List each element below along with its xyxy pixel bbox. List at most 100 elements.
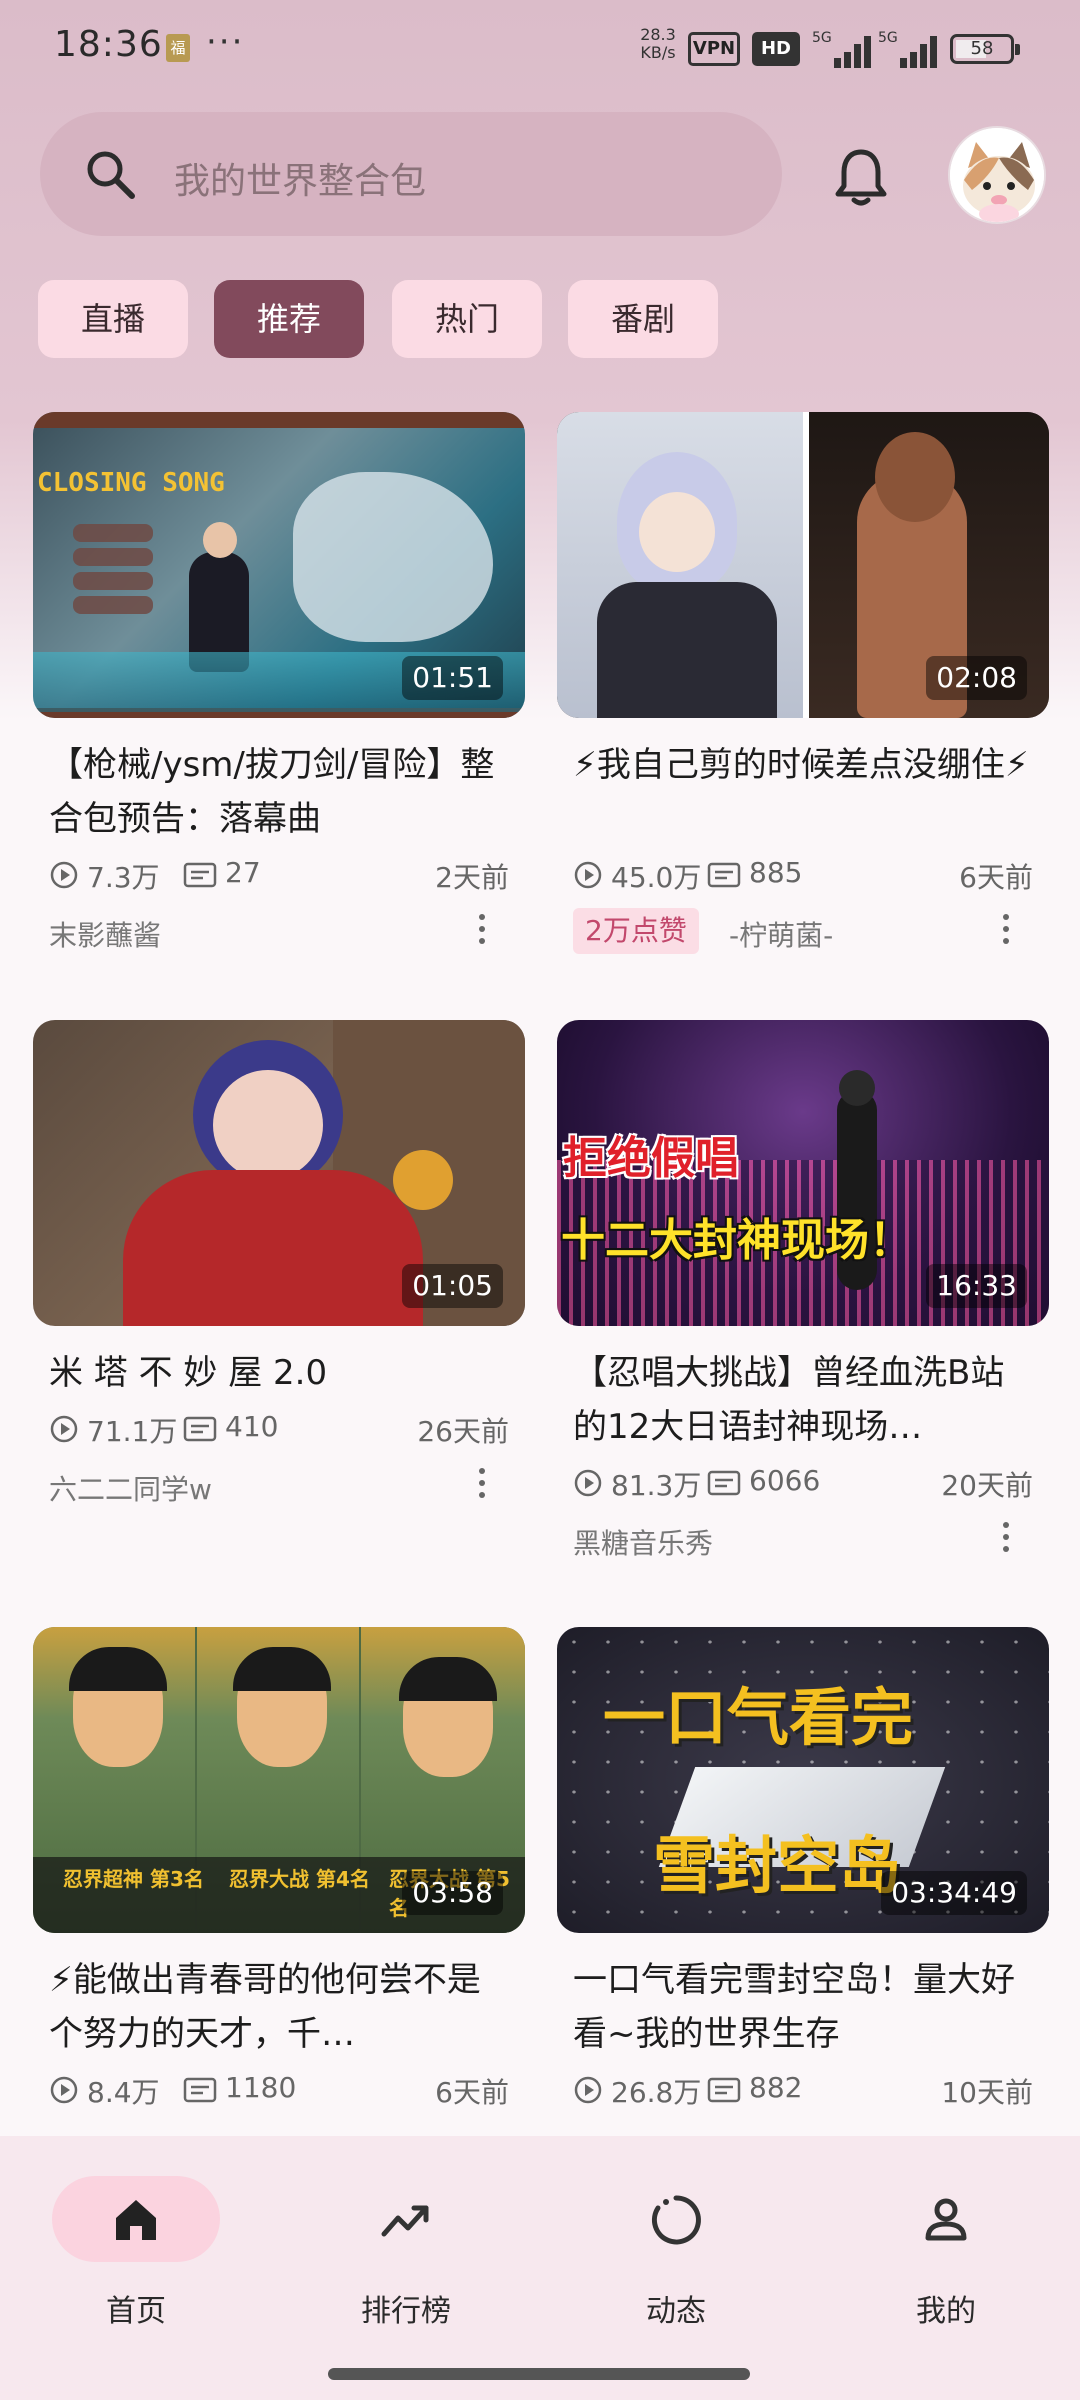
danmaku-count: 1180 — [225, 2071, 297, 2104]
video-card[interactable]: 拒绝假唱 十二大封神现场！ 16:33 【忍唱大挑战】曾经血洗B站的12大日语封… — [557, 1020, 1049, 1564]
nav-activity[interactable]: 动态 — [586, 2176, 766, 2356]
tab-anime[interactable]: 番剧 — [568, 280, 718, 358]
author-row: 六二二同学w — [49, 1462, 509, 1510]
bell-icon[interactable] — [826, 142, 896, 212]
video-duration: 03:34:49 — [881, 1871, 1027, 1915]
nav-ranking[interactable]: 排行榜 — [316, 2176, 496, 2356]
video-card[interactable]: 02:08 ⚡我自己剪的时候差点没绷住⚡ 45.0万 885 6天前 2万点赞 … — [557, 412, 1049, 956]
danmaku-count: 410 — [225, 1410, 279, 1443]
more-options-icon[interactable] — [477, 1468, 487, 1504]
status-time: 18:36 — [54, 24, 163, 65]
view-count: 81.3万 — [611, 1469, 702, 1502]
signal-1-label: 5G — [812, 30, 832, 46]
danmaku-count-icon — [707, 1470, 741, 1496]
video-title[interactable]: 一口气看完雪封空岛！量大好看~我的世界生存 — [573, 1953, 1033, 2061]
video-thumbnail[interactable]: 02:08 — [557, 412, 1049, 718]
play-count-icon — [50, 861, 78, 889]
author-name[interactable]: 末影蘸酱 — [49, 914, 161, 954]
avatar[interactable] — [948, 126, 1046, 224]
search-bar[interactable]: 我的世界整合包 — [40, 112, 782, 236]
trending-icon — [381, 2205, 429, 2237]
video-card[interactable]: 一口气看完 雪封空岛 03:34:49 一口气看完雪封空岛！量大好看~我的世界生… — [557, 1627, 1049, 2109]
battery-icon: 58 — [950, 34, 1020, 64]
more-options-icon[interactable] — [1001, 1522, 1011, 1558]
upload-time: 6天前 — [435, 2076, 509, 2109]
play-count-icon — [574, 2076, 602, 2104]
play-count-icon — [50, 2076, 78, 2104]
video-card[interactable]: 忍界超神 第3名 忍界大战 第4名 忍界大战 第5名 03:58 ⚡能做出青春哥… — [33, 1627, 525, 2109]
vpn-icon: VPN — [688, 32, 740, 66]
danmaku-count-icon — [707, 2077, 741, 2103]
video-duration: 01:05 — [402, 1264, 503, 1308]
tab-live[interactable]: 直播 — [38, 280, 188, 358]
app-root: 18:36 福 ··· 28.3 KB/s VPN HD 5G 5G 58 我的… — [0, 0, 1080, 2400]
home-icon — [116, 2200, 156, 2240]
nav-profile[interactable]: 我的 — [856, 2176, 1036, 2356]
likes-badge: 2万点赞 — [573, 908, 699, 954]
thumbnail-caption-top: 一口气看完 — [603, 1681, 914, 1754]
video-duration: 03:58 — [402, 1871, 503, 1915]
video-title[interactable]: 【枪械/ysm/拔刀剑/冒险】整合包预告：落幕曲 — [49, 738, 509, 846]
video-meta: 26.8万 882 10天前 — [573, 2069, 1033, 2109]
danmaku-count-icon — [707, 862, 741, 888]
danmaku-count-icon — [183, 1416, 217, 1442]
battery-level: 58 — [970, 38, 994, 59]
nav-label: 排行榜 — [361, 2294, 451, 2329]
video-thumbnail[interactable]: CLOSING SONG 01:51 — [33, 412, 525, 718]
video-title[interactable]: 米 塔 不 妙 屋 2.0 — [49, 1346, 509, 1400]
author-row: 黑糖音乐秀 — [573, 1516, 1033, 1564]
danmaku-count: 885 — [749, 856, 803, 889]
danmaku-count-icon — [183, 2077, 217, 2103]
signal-1-icon: 5G — [812, 30, 874, 68]
thumbnail-caption-bottom: 十二大封神现场！ — [561, 1215, 913, 1266]
view-count: 26.8万 — [611, 2076, 702, 2109]
more-options-icon[interactable] — [1001, 914, 1011, 950]
video-meta: 45.0万 885 6天前 — [573, 854, 1033, 894]
play-count-icon — [574, 861, 602, 889]
danmaku-count: 27 — [225, 856, 261, 889]
thumbnail-rank-1: 忍界超神 第3名 — [63, 1867, 204, 1891]
search-icon — [87, 151, 135, 199]
danmaku-count: 882 — [749, 2071, 803, 2104]
video-card[interactable]: 01:05 米 塔 不 妙 屋 2.0 71.1万 410 26天前 六二二同学… — [33, 1020, 525, 1510]
tab-popular[interactable]: 热门 — [392, 280, 542, 358]
thumbnail-caption-top: 拒绝假唱 — [563, 1133, 739, 1184]
signal-2-label: 5G — [878, 30, 898, 46]
author-name[interactable]: 黑糖音乐秀 — [573, 1522, 713, 1562]
author-row: 末影蘸酱 — [49, 908, 509, 956]
nav-label: 我的 — [916, 2294, 976, 2329]
tab-recommended[interactable]: 推荐 — [214, 280, 364, 358]
video-card[interactable]: CLOSING SONG 01:51 【枪械/ysm/拔刀剑/冒险】整合包预告：… — [33, 412, 525, 956]
upload-time: 26天前 — [417, 1415, 509, 1448]
video-title[interactable]: ⚡能做出青春哥的他何尝不是个努力的天才，千… — [49, 1953, 509, 2061]
home-indicator[interactable] — [328, 2368, 750, 2380]
video-thumbnail[interactable]: 拒绝假唱 十二大封神现场！ 16:33 — [557, 1020, 1049, 1326]
more-options-icon[interactable] — [477, 914, 487, 950]
author-name[interactable]: 六二二同学w — [49, 1468, 212, 1508]
thumbnail-caption-bottom: 雪封空岛 — [653, 1829, 902, 1902]
view-count: 45.0万 — [611, 861, 702, 894]
video-thumbnail[interactable]: 忍界超神 第3名 忍界大战 第4名 忍界大战 第5名 03:58 — [33, 1627, 525, 1933]
author-row: 2万点赞 -柠萌菌- — [573, 908, 1033, 956]
nav-label: 动态 — [646, 2294, 706, 2329]
network-speed-unit: KB/s — [640, 43, 676, 62]
upload-time: 6天前 — [959, 861, 1033, 894]
view-count: 8.4万 — [87, 2076, 160, 2109]
author-name[interactable]: -柠萌菌- — [729, 914, 833, 954]
nav-home[interactable]: 首页 — [46, 2176, 226, 2356]
video-thumbnail[interactable]: 01:05 — [33, 1020, 525, 1326]
video-title[interactable]: ⚡我自己剪的时候差点没绷住⚡ — [573, 738, 1033, 846]
video-meta: 8.4万 1180 6天前 — [49, 2069, 509, 2109]
play-count-icon — [50, 1415, 78, 1443]
profile-icon — [925, 2198, 967, 2241]
thumbnail-caption: CLOSING SONG — [37, 468, 225, 498]
play-count-icon — [574, 1469, 602, 1497]
cat-avatar-image — [950, 128, 1044, 222]
nav-label: 首页 — [106, 2294, 166, 2329]
video-thumbnail[interactable]: 一口气看完 雪封空岛 03:34:49 — [557, 1627, 1049, 1933]
video-title[interactable]: 【忍唱大挑战】曾经血洗B站的12大日语封神现场… — [573, 1346, 1033, 1454]
video-duration: 01:51 — [402, 656, 503, 700]
more-notifications-icon: ··· — [206, 22, 245, 62]
danmaku-count-icon — [183, 862, 217, 888]
thumbnail-rank-2: 忍界大战 第4名 — [229, 1867, 370, 1891]
